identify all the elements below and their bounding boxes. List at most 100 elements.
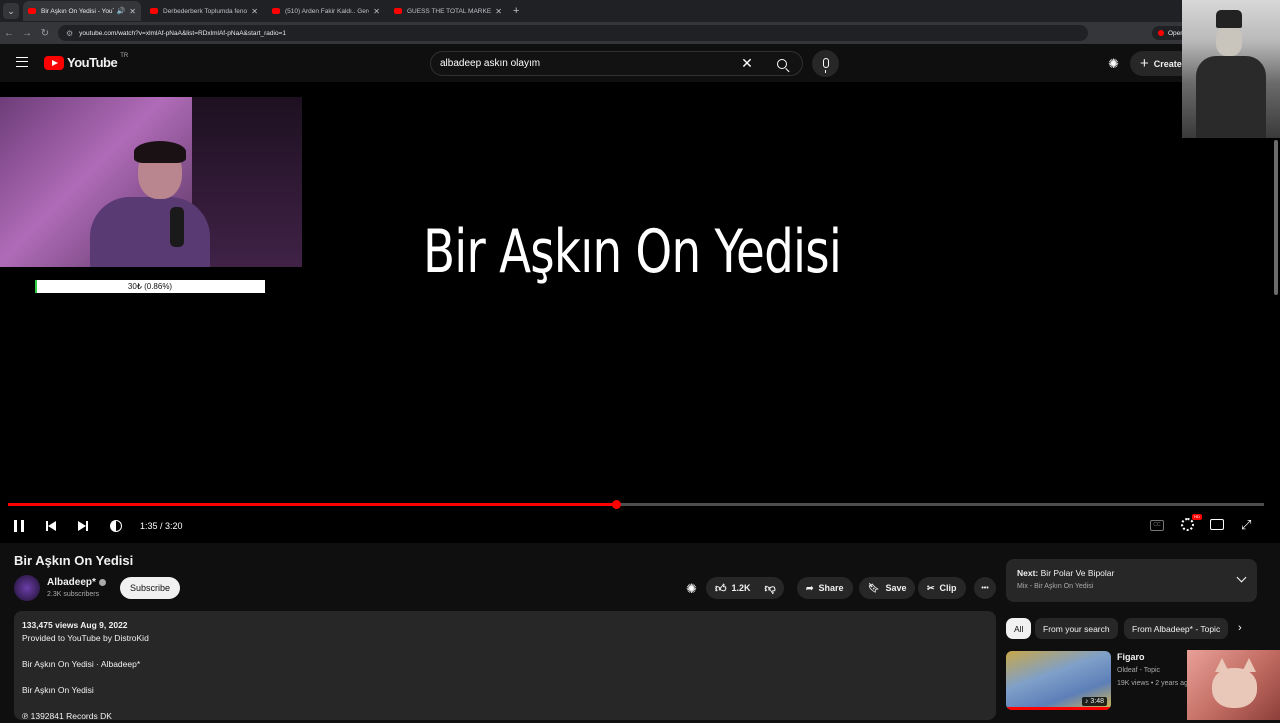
chip-from-channel[interactable]: From Albadeep* - Topic — [1124, 618, 1228, 639]
subscriber-count: 2.3K subscribers — [47, 591, 100, 598]
like-count[interactable]: 1.2K — [732, 583, 751, 593]
chevron-right-icon[interactable]: › — [1238, 622, 1242, 634]
description-line: Bir Aşkın On Yedisi · Albadeep* — [22, 659, 141, 669]
cat-face — [1212, 668, 1257, 708]
donation-goal-fill — [35, 280, 38, 293]
forward-icon[interactable]: → — [18, 28, 36, 39]
youtube-app-icon — [1158, 30, 1164, 36]
video-title: Bir Aşkın On Yedisi — [14, 553, 134, 568]
theater-mode-icon[interactable] — [1210, 519, 1224, 530]
recommendation-title[interactable]: Figaro — [1117, 652, 1145, 662]
recommendation-channel[interactable]: Oldeaf - Topic — [1117, 667, 1160, 674]
youtube-favicon-icon — [150, 8, 158, 14]
pause-icon[interactable] — [14, 520, 24, 532]
tab-title: (510) Arden Fakir Kaldı.. Gerçek — [285, 7, 370, 15]
video-progress-bar[interactable] — [8, 500, 1264, 509]
like-icon[interactable]: 👍︎ — [715, 582, 727, 595]
up-next-video: Bir Polar Ve Bipolar — [1040, 568, 1115, 578]
webcam-person-body — [90, 197, 210, 267]
site-info-icon[interactable]: ⚙ — [66, 29, 73, 38]
search-input[interactable]: albadeep askın olayım — [431, 58, 732, 69]
tab-title: Bir Aşkın On Yedisi - YouTube — [41, 7, 114, 15]
search-box: albadeep askın olayım ✕ — [430, 51, 803, 76]
portrait-hat — [1216, 10, 1242, 28]
share-button[interactable]: ➦ Share — [797, 577, 853, 599]
close-tab-icon[interactable]: ✕ — [495, 7, 502, 16]
chip-all[interactable]: All — [1006, 618, 1032, 639]
description-line: Provided to YouTube by DistroKid — [22, 633, 149, 643]
reload-icon[interactable]: ↻ — [36, 28, 54, 39]
up-next-prefix: Next: — [1017, 568, 1039, 578]
up-next-subtitle: Mix - Bir Aşkın On Yedisi — [1017, 583, 1094, 590]
video-duration: ♪ 3:48 — [1081, 697, 1107, 706]
url-text: youtube.com/watch?v=xlmlAf-pNaA&list=RDx… — [79, 29, 286, 37]
voice-search-button[interactable] — [812, 50, 839, 77]
up-next-title: Next: Bir Polar Ve Bipolar — [1017, 568, 1246, 578]
progress-played — [8, 503, 616, 506]
close-tab-icon[interactable]: ✕ — [373, 7, 380, 16]
browser-tab-2[interactable]: Derbederberk Toplumda fenomen ✕ — [145, 1, 263, 21]
tab-search-icon[interactable]: ⌄ — [3, 3, 19, 19]
search-button[interactable] — [762, 52, 802, 75]
dislike-icon[interactable]: 👎︎ — [765, 582, 776, 595]
portrait-face — [1216, 26, 1242, 56]
donation-goal-bar: 30₺ (0.86%) — [35, 280, 265, 293]
subscribe-button[interactable]: Subscribe — [120, 577, 181, 599]
url-field[interactable]: ⚙ youtube.com/watch?v=xlmlAf-pNaA&list=R… — [58, 25, 1088, 41]
share-label: Share — [818, 583, 844, 593]
channel-name[interactable]: Albadeep* — [47, 577, 106, 588]
more-actions-button[interactable]: ••• — [974, 577, 996, 599]
cat-overlay-image — [1187, 650, 1280, 720]
webcam-microphone — [170, 207, 184, 247]
channel-avatar[interactable] — [14, 575, 40, 601]
clip-button[interactable]: ✂ Clip — [918, 577, 966, 599]
speaker-icon[interactable]: 🔊 — [117, 7, 126, 15]
plus-icon: + — [1140, 55, 1149, 72]
browser-tab-3[interactable]: (510) Arden Fakir Kaldı.. Gerçek ✕ — [267, 1, 385, 21]
save-button[interactable]: 🔖︎ Save — [859, 577, 916, 599]
previous-icon[interactable] — [46, 521, 56, 531]
youtube-header: YouTube TR albadeep askın olayım ✕ ✺ + C… — [0, 44, 1280, 82]
settings-gear-icon[interactable] — [1181, 518, 1194, 531]
clip-label: Clip — [939, 583, 957, 593]
address-bar-row: ← → ↻ ⚙ youtube.com/watch?v=xlmlAf-pNaA&… — [0, 22, 1280, 44]
page-scrollbar[interactable] — [1274, 140, 1278, 295]
tab-title: Derbederberk Toplumda fenomen — [163, 7, 248, 15]
tab-title: GUESS THE TOTAL MARKET VALUE — [407, 7, 492, 15]
browser-tab-4[interactable]: GUESS THE TOTAL MARKET VALUE ✕ — [389, 1, 507, 21]
youtube-favicon-icon — [28, 8, 36, 14]
logo-text: YouTube — [67, 55, 118, 70]
menu-icon[interactable] — [16, 57, 28, 67]
close-tab-icon[interactable]: ✕ — [129, 7, 136, 16]
recommendation-thumbnail[interactable]: ♪ 3:48 — [1006, 651, 1111, 710]
progress-scrubber[interactable] — [611, 500, 621, 509]
sparkle-icon[interactable]: ✺ — [1108, 56, 1119, 72]
recommendation-meta: 19K views • 2 years ago — [1117, 680, 1192, 687]
fullscreen-icon[interactable]: ⤢ — [1241, 517, 1251, 533]
overlay-portrait-image — [1182, 0, 1280, 138]
webcam-person-hair — [134, 141, 186, 163]
close-tab-icon[interactable]: ✕ — [251, 7, 258, 16]
time-display: 1:35 / 3:20 — [140, 521, 183, 531]
back-icon[interactable]: ← — [0, 28, 18, 39]
volume-icon[interactable] — [110, 520, 122, 532]
youtube-favicon-icon — [272, 8, 280, 14]
clear-search-icon[interactable]: ✕ — [732, 55, 762, 72]
chip-from-your-search[interactable]: From your search — [1035, 618, 1118, 639]
new-tab-button[interactable]: + — [513, 5, 519, 17]
hd-badge: HD — [1192, 514, 1202, 520]
like-dislike-group: 👍︎ 1.2K 👎︎ — [706, 577, 784, 599]
donation-goal-text: 30₺ (0.86%) — [127, 282, 173, 291]
browser-tab-1[interactable]: Bir Aşkın On Yedisi - YouTube 🔊 ✕ — [23, 1, 141, 21]
video-player[interactable]: Bir Aşkın On Yedisi 30₺ (0.86%) 1:35 / 3… — [0, 82, 1280, 543]
next-icon[interactable] — [78, 521, 88, 531]
description-box[interactable]: 133,475 views Aug 9, 2022 Provided to Yo… — [14, 611, 996, 721]
channel-name-text: Albadeep* — [47, 577, 96, 588]
ask-sparkle-icon[interactable]: ✺ — [686, 581, 697, 597]
watched-progress — [1006, 707, 1111, 710]
save-label: Save — [885, 583, 907, 593]
up-next-card[interactable]: Next: Bir Polar Ve Bipolar Mix - Bir Aşk… — [1006, 559, 1257, 602]
youtube-logo[interactable]: YouTube TR — [44, 53, 128, 70]
browser-tab-bar: ⌄ Bir Aşkın On Yedisi - YouTube 🔊 ✕ Derb… — [0, 0, 1280, 22]
subtitles-icon[interactable]: CC — [1150, 520, 1164, 531]
